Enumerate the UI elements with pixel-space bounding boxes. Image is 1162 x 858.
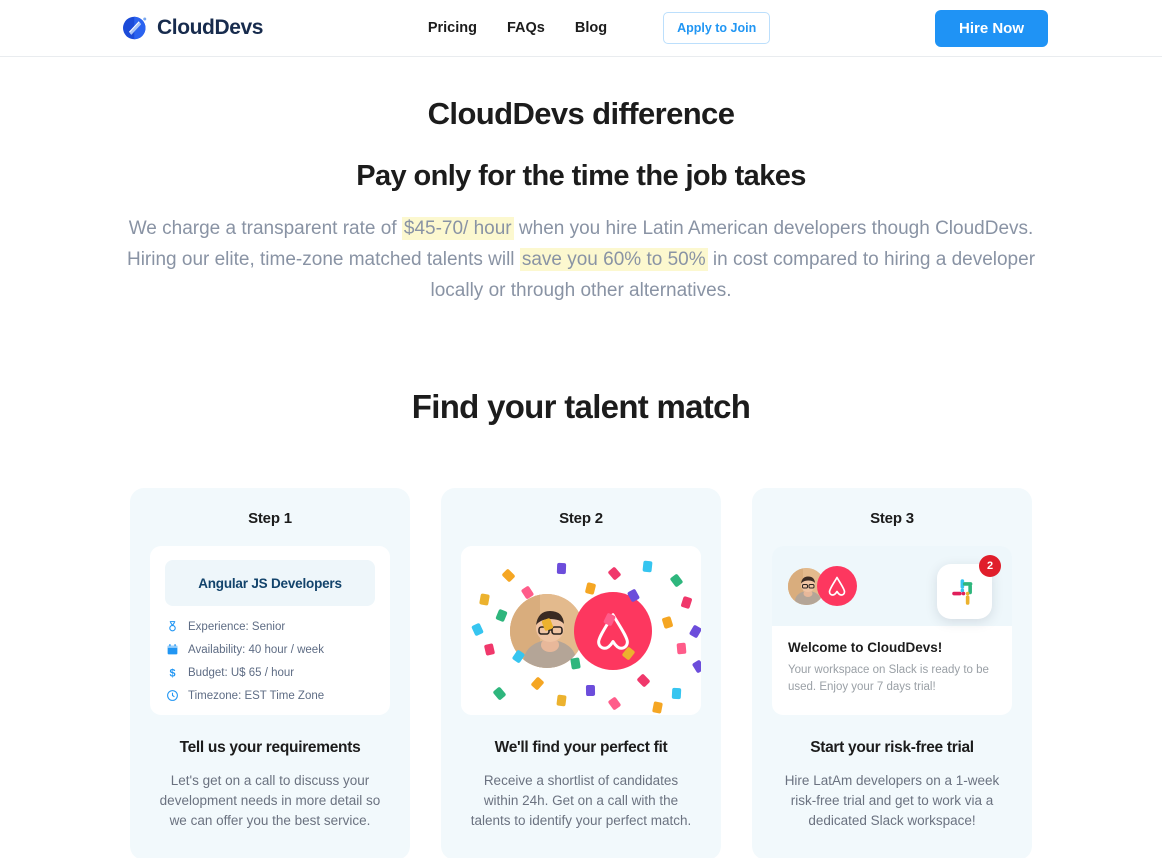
role-pill: Angular JS Developers bbox=[165, 560, 375, 607]
airbnb-logo bbox=[817, 566, 857, 607]
main-nav: Pricing FAQs Blog Apply to Join bbox=[428, 12, 771, 44]
airbnb-logo bbox=[574, 591, 652, 670]
clock-icon bbox=[166, 689, 179, 702]
svg-text:$: $ bbox=[169, 667, 175, 679]
site-header: CloudDevs Pricing FAQs Blog Apply to Joi… bbox=[0, 0, 1162, 57]
notification-text: Your workspace on Slack is ready to be u… bbox=[788, 664, 989, 694]
logo[interactable]: CloudDevs bbox=[120, 13, 263, 43]
card-heading: We'll find your perfect fit bbox=[494, 739, 668, 757]
hire-now-button[interactable]: Hire Now bbox=[934, 9, 1048, 47]
card-body: Hire LatAm developers on a 1-week risk-f… bbox=[784, 773, 1000, 829]
page-title: Find your talent match bbox=[411, 388, 751, 426]
step-label: Step 3 bbox=[870, 510, 914, 528]
card-body: Let's get on a call to discuss your deve… bbox=[159, 773, 381, 829]
requirements-list: Experience: Senior Availability: 40 hour… bbox=[166, 620, 390, 702]
nav-item-faqs[interactable]: FAQs bbox=[507, 20, 545, 36]
steps-container: Step 1 Angular JS Developers Experience:… bbox=[0, 488, 1162, 858]
calendar-icon bbox=[166, 643, 179, 656]
list-item: Availability: 40 hour / week bbox=[166, 643, 390, 656]
intro-eyebrow: CloudDevs difference bbox=[427, 96, 735, 131]
notification-badge: 2 bbox=[979, 555, 1001, 578]
logo-text: CloudDevs bbox=[157, 16, 264, 39]
notification-body: Welcome to CloudDevs! Your workspace on … bbox=[772, 626, 1012, 697]
dollar-icon: $ bbox=[166, 666, 179, 679]
intro-paragraph: We charge a transparent rate of $45-70/ … bbox=[116, 213, 1046, 306]
list-item: Timezone: EST Time Zone bbox=[166, 689, 390, 702]
requirements-preview: Angular JS Developers Experience: Senior bbox=[150, 546, 390, 716]
list-item-label: Experience: Senior bbox=[188, 620, 286, 633]
match-preview bbox=[461, 546, 701, 716]
medal-icon bbox=[166, 620, 179, 633]
notification-title: Welcome to CloudDevs! bbox=[788, 640, 943, 656]
step-label: Step 2 bbox=[559, 510, 603, 528]
intro-section: CloudDevs difference Pay only for the ti… bbox=[0, 57, 1162, 306]
step-card-2: Step 2 We'll find your perfect fit Recei… bbox=[441, 488, 721, 858]
intro-text-1: We charge a transparent rate of bbox=[128, 218, 402, 240]
list-item-label: Availability: 40 hour / week bbox=[188, 643, 324, 656]
step-card-3: Step 3 2 Welcome to CloudDevs! Your work… bbox=[752, 488, 1032, 858]
step-label: Step 1 bbox=[248, 510, 292, 528]
step-card-1: Step 1 Angular JS Developers Experience:… bbox=[130, 488, 410, 858]
slack-icon: 2 bbox=[937, 555, 1001, 620]
intro-title: Pay only for the time the job takes bbox=[356, 160, 806, 193]
highlight-savings: save you 60% to 50% bbox=[519, 248, 708, 272]
clouddevs-diamond-logo bbox=[120, 13, 150, 43]
card-body: Receive a shortlist of candidates within… bbox=[470, 773, 692, 829]
slack-notification-preview: 2 Welcome to CloudDevs! Your workspace o… bbox=[772, 546, 1012, 716]
confetti-background bbox=[461, 546, 701, 716]
list-item: Experience: Senior bbox=[166, 620, 390, 633]
card-heading: Start your risk-free trial bbox=[810, 739, 974, 757]
list-item-label: Budget: U$ 65 / hour bbox=[188, 666, 295, 679]
list-item-label: Timezone: EST Time Zone bbox=[188, 689, 325, 702]
list-item: $ Budget: U$ 65 / hour bbox=[166, 666, 390, 680]
highlight-rate: $45-70/ hour bbox=[401, 217, 514, 241]
notification-header: 2 bbox=[772, 546, 1012, 627]
nav-item-pricing[interactable]: Pricing bbox=[428, 20, 477, 36]
card-heading: Tell us your requirements bbox=[179, 739, 361, 757]
apply-to-join-button[interactable]: Apply to Join bbox=[663, 12, 771, 44]
nav-item-blog[interactable]: Blog bbox=[575, 20, 607, 36]
